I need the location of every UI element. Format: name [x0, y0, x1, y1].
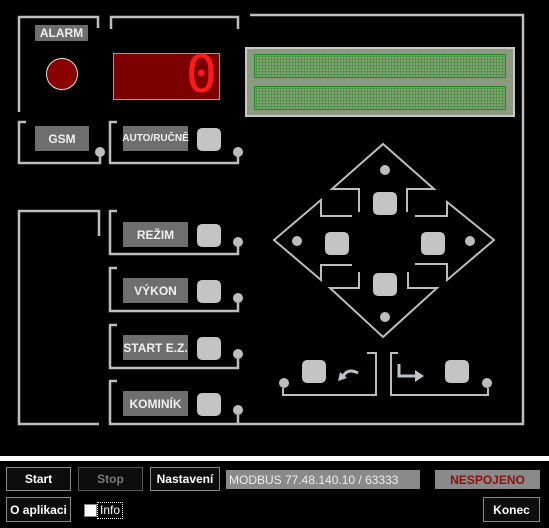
- down-indicator: [380, 312, 390, 322]
- alarm-label: ALARM: [35, 25, 88, 41]
- start-ez-key[interactable]: [197, 337, 221, 360]
- escape-key[interactable]: [302, 360, 326, 383]
- left-indicator: [292, 236, 302, 246]
- stop-button[interactable]: Stop: [78, 467, 143, 491]
- down-key[interactable]: [373, 273, 397, 296]
- vykon-indicator: [233, 293, 243, 303]
- left-key[interactable]: [325, 232, 349, 255]
- rezim-button[interactable]: REŽIM: [123, 222, 188, 247]
- vykon-button[interactable]: VÝKON: [123, 278, 188, 303]
- gsm-indicator: [95, 147, 105, 157]
- seven-segment-display: 0: [113, 46, 220, 104]
- auto-manual-indicator: [233, 147, 243, 157]
- undo-icon: [338, 369, 359, 381]
- enter-icon: [397, 364, 424, 382]
- rezim-key[interactable]: [197, 224, 221, 247]
- kominik-button[interactable]: KOMINÍK: [123, 391, 188, 416]
- alarm-led: [46, 58, 78, 90]
- display-digit: 0: [185, 45, 217, 105]
- lcd-line-2: [254, 86, 506, 110]
- start-ez-button[interactable]: START E.Z.: [123, 335, 188, 360]
- rezim-indicator: [233, 237, 243, 247]
- enter-indicator: [482, 378, 492, 388]
- kominik-key[interactable]: [197, 393, 221, 416]
- start-button[interactable]: Start: [6, 467, 71, 491]
- info-checkbox[interactable]: [84, 504, 97, 517]
- escape-indicator: [279, 378, 289, 388]
- connection-status: NESPOJENO: [435, 470, 540, 489]
- up-key[interactable]: [373, 192, 397, 215]
- info-label[interactable]: Info: [97, 502, 124, 519]
- settings-button[interactable]: Nastavení: [150, 467, 220, 491]
- connection-field: MODBUS 77.48.140.10 / 63333: [226, 470, 420, 489]
- auto-manual-button[interactable]: AUTO/RUČNĚ: [122, 126, 189, 151]
- enter-key[interactable]: [445, 360, 469, 383]
- lcd-line-1: [254, 54, 506, 78]
- clipped-list-strip: [0, 456, 549, 461]
- kominik-indicator: [233, 405, 243, 415]
- vykon-key[interactable]: [197, 280, 221, 303]
- right-indicator: [465, 236, 475, 246]
- start-ez-indicator: [233, 349, 243, 359]
- lcd-display: [243, 45, 517, 119]
- exit-button[interactable]: Konec: [483, 497, 540, 522]
- about-button[interactable]: O aplikaci: [6, 497, 71, 522]
- gsm-button[interactable]: GSM: [35, 126, 89, 151]
- right-key[interactable]: [421, 232, 445, 255]
- up-indicator: [380, 165, 390, 175]
- auto-manual-key[interactable]: [197, 128, 221, 151]
